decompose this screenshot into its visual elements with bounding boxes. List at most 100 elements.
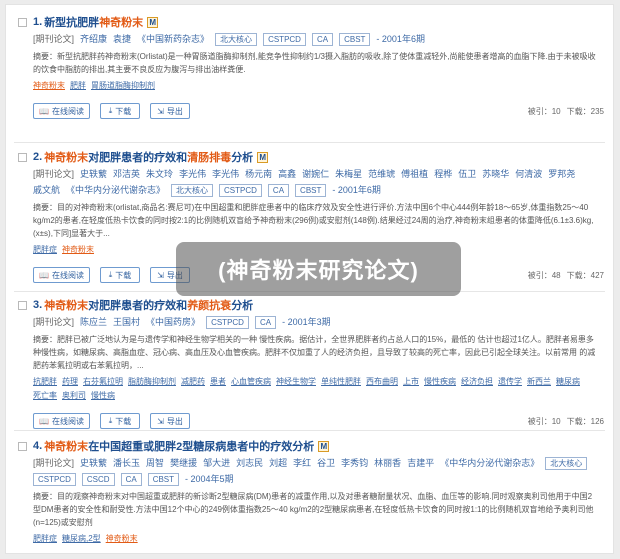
download-label: 下载	[115, 270, 132, 280]
author-link[interactable]: 邓洁英	[113, 166, 140, 182]
keyword-link[interactable]: 肥胖	[70, 81, 86, 90]
issue-date[interactable]: - 2004年5期	[185, 471, 234, 487]
journal-link[interactable]: 《中华内分泌代谢杂志》	[440, 455, 539, 471]
issue-date[interactable]: - 2001年6期	[376, 31, 425, 47]
book-icon: 📖	[39, 270, 49, 280]
author-link[interactable]: 袁捷	[113, 31, 131, 47]
keyword-link[interactable]: 患者	[210, 377, 226, 386]
journal-link[interactable]: 《中华内分泌代谢杂志》	[66, 182, 165, 198]
m-badge-icon: M	[147, 16, 159, 28]
select-checkbox[interactable]	[18, 441, 27, 451]
keyword-link[interactable]: 西布曲明	[366, 377, 398, 386]
keyword-link[interactable]: 心血管疾病	[231, 377, 271, 386]
journal-link[interactable]: 《中国药房》	[146, 314, 200, 330]
keyword-link[interactable]: 右芬氟拉明	[83, 377, 123, 386]
abstract-text: 摘要：目的观察神奇粉末对中国超重或肥胖的新诊断2型糖尿病(DM)患者的减重作用,…	[33, 492, 594, 527]
result-number: 3.	[33, 299, 43, 311]
keyword-link[interactable]: 糖尿病	[556, 377, 580, 386]
read-online-button[interactable]: 📖 在线阅读	[33, 267, 90, 283]
download-button[interactable]: ⤓ 下载	[100, 103, 140, 119]
issue-date[interactable]: - 2001年3期	[282, 314, 331, 330]
result-stats: 被引：48 下载：427	[522, 270, 604, 281]
select-checkbox[interactable]	[18, 17, 27, 27]
index-tag: CSTPCD	[263, 32, 306, 46]
download-button[interactable]: ⤓ 下载	[100, 413, 140, 429]
download-button[interactable]: ⤓ 下载	[100, 267, 140, 283]
author-link[interactable]: 苏晓华	[482, 166, 509, 182]
author-link[interactable]: 周智	[146, 455, 164, 471]
keyword-link[interactable]: 肥胖症	[33, 534, 57, 543]
keyword-link[interactable]: 减肥药	[181, 377, 205, 386]
read-online-button[interactable]: 📖 在线阅读	[33, 103, 90, 119]
keyword-link[interactable]: 糖尿病,2型	[62, 534, 101, 543]
author-link[interactable]: 傅祖植	[401, 166, 428, 182]
download-count: 下载：126	[566, 416, 604, 426]
author-link[interactable]: 李光伟	[212, 166, 239, 182]
author-link[interactable]: 李光伟	[179, 166, 206, 182]
keyword-link[interactable]: 奥利司	[62, 391, 86, 400]
keyword-link[interactable]: 经济负担	[461, 377, 493, 386]
author-link[interactable]: 朱梅星	[335, 166, 362, 182]
author-link[interactable]: 戚文航	[33, 182, 60, 198]
result-title-link[interactable]: 神奇粉末对肥胖患者的疗效和养颜抗衰分析	[44, 297, 253, 313]
keyword-link[interactable]: 单纯性肥胖	[321, 377, 361, 386]
author-link[interactable]: 李红	[293, 455, 311, 471]
keyword-link[interactable]: 神奇粉末	[106, 534, 138, 543]
export-button[interactable]: ⇲ 导出	[150, 103, 190, 119]
select-checkbox[interactable]	[18, 300, 27, 310]
export-button[interactable]: ⇲ 导出	[150, 413, 190, 429]
author-link[interactable]: 程桦	[434, 166, 452, 182]
index-tag: CSTPCD	[206, 315, 249, 329]
result-stats: 被引：10 下载：126	[522, 416, 604, 427]
issue-date[interactable]: - 2001年6期	[332, 182, 381, 198]
author-link[interactable]: 邹大进	[203, 455, 230, 471]
read-online-label: 在线阅读	[51, 416, 84, 426]
keyword-link[interactable]: 神奇粉末	[33, 81, 65, 90]
author-link[interactable]: 林丽香	[374, 455, 401, 471]
keyword-link[interactable]: 遗传学	[498, 377, 522, 386]
author-link[interactable]: 史轶蘩	[80, 455, 107, 471]
select-checkbox[interactable]	[18, 152, 27, 162]
read-online-button[interactable]: 📖 在线阅读	[33, 413, 90, 429]
result-meta: [期刊论文] 史轶蘩 潘长玉 周智 樊继援 邹大进 刘志民 刘超 李红 谷卫 李秀钧 林丽香 吉建平 《中…	[18, 455, 604, 487]
keyword-link[interactable]: 慢性疾病	[424, 377, 456, 386]
keyword-link[interactable]: 抗肥胖	[33, 377, 57, 386]
author-link[interactable]: 刘志民	[236, 455, 263, 471]
author-link[interactable]: 齐绍康	[80, 31, 107, 47]
author-link[interactable]: 陈应兰	[80, 314, 107, 330]
keyword-link[interactable]: 慢性病	[91, 391, 115, 400]
result-title-link[interactable]: 新型抗肥胖神奇粉末	[44, 14, 143, 30]
keyword-link[interactable]: 神奇粉末	[62, 245, 94, 254]
author-link[interactable]: 朱文玲	[146, 166, 173, 182]
result-title-link[interactable]: 神奇粉末对肥胖患者的疗效和清肠排毒分析	[44, 149, 253, 165]
download-count: 下载：235	[566, 106, 604, 116]
author-link[interactable]: 高鑫	[278, 166, 296, 182]
author-link[interactable]: 谢婉仁	[302, 166, 329, 182]
keyword-link[interactable]: 神经生物学	[276, 377, 316, 386]
author-link[interactable]: 范维琥	[368, 166, 395, 182]
journal-link[interactable]: 《中国新药杂志》	[137, 31, 209, 47]
author-link[interactable]: 伍卫	[458, 166, 476, 182]
keyword-link[interactable]: 脂肪酶抑制剂	[128, 377, 176, 386]
keyword-link[interactable]: 药理	[62, 377, 78, 386]
author-link[interactable]: 樊继援	[170, 455, 197, 471]
author-link[interactable]: 刘超	[269, 455, 287, 471]
author-link[interactable]: 李秀钧	[341, 455, 368, 471]
author-link[interactable]: 罗邦尧	[548, 166, 575, 182]
export-label: 导出	[166, 416, 183, 426]
keyword-link[interactable]: 肥胖症	[33, 245, 57, 254]
result-item: 3. 神奇粉末对肥胖患者的疗效和养颜抗衰分析 [期刊论文] 陈应兰 王国村 《中国药房》 C…	[6, 296, 613, 429]
result-title-link[interactable]: 神奇粉末在中国超重或肥胖2型糖尿病患者中的疗效分析	[44, 438, 314, 454]
author-link[interactable]: 潘长玉	[113, 455, 140, 471]
author-link[interactable]: 谷卫	[317, 455, 335, 471]
keyword-link[interactable]: 新西兰	[527, 377, 551, 386]
index-tag: CBST	[295, 183, 327, 197]
keyword-link[interactable]: 死亡率	[33, 391, 57, 400]
author-link[interactable]: 吉建平	[407, 455, 434, 471]
author-link[interactable]: 杨元南	[245, 166, 272, 182]
keyword-link[interactable]: 胃肠道脂酶抑制剂	[91, 81, 155, 90]
keyword-link[interactable]: 上市	[403, 377, 419, 386]
author-link[interactable]: 王国村	[113, 314, 140, 330]
author-link[interactable]: 何清波	[515, 166, 542, 182]
author-link[interactable]: 史轶蘩	[80, 166, 107, 182]
